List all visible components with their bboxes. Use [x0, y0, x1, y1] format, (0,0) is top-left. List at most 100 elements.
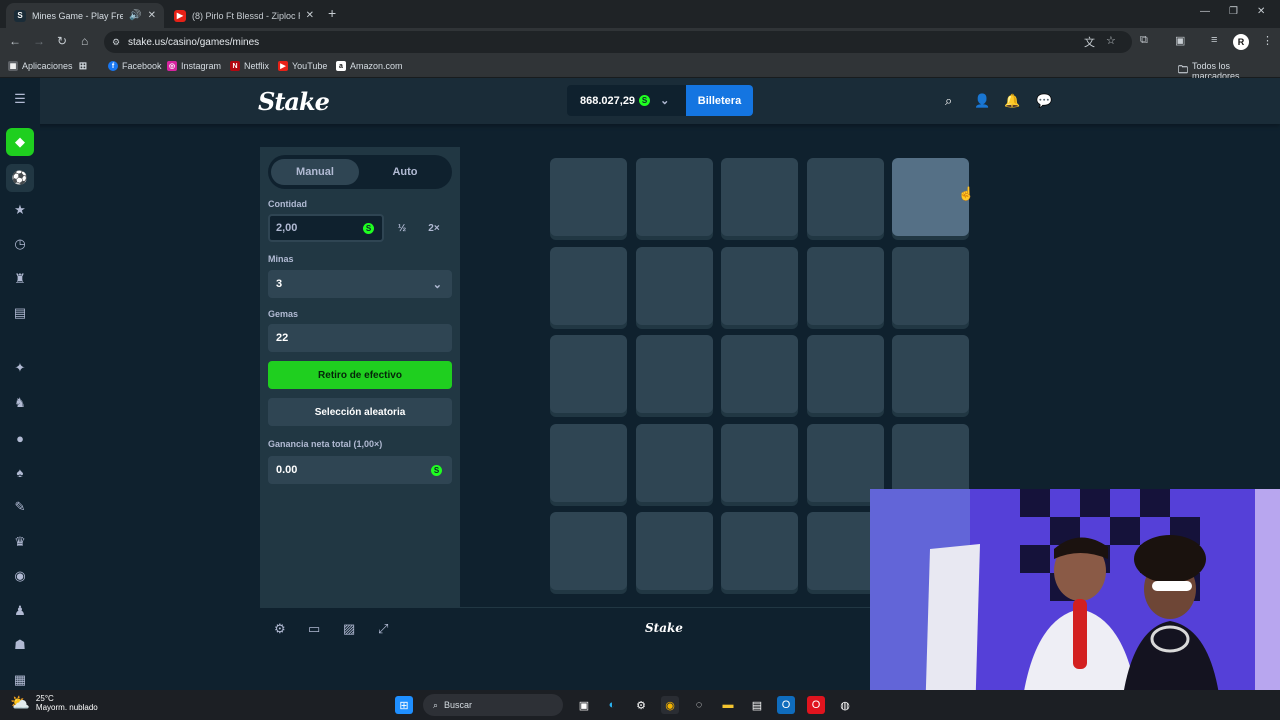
balance-selector[interactable]: 868.027,29 S ⌄: [567, 85, 686, 116]
mine-tile[interactable]: [721, 423, 799, 502]
game-shows-icon[interactable]: ✎: [11, 498, 29, 516]
mine-tile[interactable]: [721, 158, 799, 236]
profile-avatar[interactable]: R: [1233, 34, 1249, 50]
speaker-icon[interactable]: 🔊: [129, 10, 141, 21]
challenges-icon[interactable]: ♜: [11, 270, 29, 288]
site-info-icon[interactable]: ⚙: [112, 37, 120, 48]
live-casino-icon[interactable]: ♠: [11, 463, 29, 481]
theatre-mode-icon[interactable]: ▭: [308, 621, 320, 637]
favourites-icon[interactable]: ★: [11, 201, 29, 219]
mine-tile[interactable]: [550, 246, 627, 325]
new-releases-icon[interactable]: ✦: [11, 359, 29, 377]
edge-icon[interactable]: ◐: [603, 696, 621, 714]
bookmark-facebook[interactable]: f Facebook: [108, 61, 162, 71]
instagram-icon: ◎: [167, 61, 177, 71]
mine-tile[interactable]: [721, 335, 799, 413]
close-tab-icon[interactable]: ✕: [306, 10, 314, 21]
random-pick-button[interactable]: Selección aleatoria: [268, 398, 452, 426]
mines-select[interactable]: 3 ⌄: [268, 270, 452, 298]
baccarat-icon[interactable]: ☗: [11, 636, 29, 654]
live-stats-icon[interactable]: ▨: [343, 621, 355, 637]
chrome-icon[interactable]: ◉: [661, 696, 679, 714]
close-tab-icon[interactable]: ✕: [148, 10, 156, 21]
steam-icon[interactable]: ◍: [836, 696, 854, 714]
sports-tab-icon[interactable]: ⚽: [6, 164, 34, 192]
bet-amount-input[interactable]: 2,00 S: [268, 214, 384, 242]
mine-tile[interactable]: [806, 246, 884, 325]
mine-tile[interactable]: [635, 512, 713, 590]
notifications-bell-icon[interactable]: 🔔: [1004, 93, 1020, 109]
close-window-icon[interactable]: ✕: [1257, 6, 1265, 17]
file-explorer-icon[interactable]: ▬: [719, 696, 737, 714]
mine-tile[interactable]: [806, 335, 884, 413]
opera-icon[interactable]: O: [807, 696, 825, 714]
forward-icon[interactable]: →: [33, 34, 45, 48]
bookmarks-bar: ▦ Aplicaciones ⊞ f Facebook ◎ Instagram …: [0, 56, 1280, 81]
url-bar[interactable]: ⚙ stake.us/casino/games/mines: [104, 31, 1132, 53]
bookmark-youtube[interactable]: ▶ YouTube: [278, 61, 327, 71]
maximize-icon[interactable]: ❐: [1229, 6, 1238, 17]
stake-originals-icon[interactable]: ♞: [11, 394, 29, 412]
minimize-icon[interactable]: —: [1200, 6, 1210, 17]
mine-tile[interactable]: [635, 158, 713, 236]
mine-tile[interactable]: [635, 423, 713, 502]
windows-start-icon[interactable]: ⊞: [395, 696, 413, 714]
wallet-button[interactable]: Billetera: [686, 85, 753, 116]
tab-manual[interactable]: Manual: [271, 159, 359, 185]
mine-tile[interactable]: [550, 335, 627, 413]
tab-youtube[interactable]: ▶ (8) Pirlo Ft Blessd - Ziploc Remi ✕: [166, 3, 322, 28]
bets-icon[interactable]: ▤: [11, 304, 29, 322]
hamburger-menu-icon[interactable]: ☰: [11, 90, 29, 108]
cashout-button[interactable]: Retiro de efectivo: [268, 361, 452, 389]
mine-tile[interactable]: [806, 158, 884, 236]
mine-tile[interactable]: [550, 158, 627, 236]
search-icon[interactable]: ⌕: [945, 93, 952, 109]
double-bet-button[interactable]: 2×: [420, 217, 448, 239]
roulette-icon[interactable]: ◉: [11, 567, 29, 585]
mine-tile[interactable]: [892, 335, 970, 413]
bookmark-netflix[interactable]: N Netflix: [230, 61, 269, 71]
settings-gear-icon[interactable]: ⚙: [274, 621, 286, 637]
settings-icon[interactable]: ⚙: [632, 696, 650, 714]
extensions-icon[interactable]: ⧉: [1140, 34, 1148, 47]
home-icon[interactable]: ⌂: [81, 34, 88, 48]
task-view-icon[interactable]: ▣: [575, 696, 593, 714]
taskbar-search[interactable]: ⌕ Buscar: [423, 694, 563, 716]
publishers-icon[interactable]: ▦: [11, 671, 29, 689]
exclusives-icon[interactable]: ♛: [11, 533, 29, 551]
slots-icon[interactable]: ●: [11, 429, 29, 447]
chat-icon[interactable]: 💬: [1036, 93, 1052, 109]
tab-mines[interactable]: S Mines Game - Play Free Sc 🔊 ✕: [6, 3, 164, 28]
menu-kebab-icon[interactable]: ⋮: [1262, 34, 1273, 47]
mine-tile[interactable]: [550, 423, 627, 502]
outlook-icon[interactable]: O: [777, 696, 795, 714]
mine-tile[interactable]: [550, 512, 627, 590]
bookmark-instagram[interactable]: ◎ Instagram: [167, 61, 221, 71]
store-icon[interactable]: ▤: [748, 696, 766, 714]
reload-icon[interactable]: ↻: [57, 34, 67, 48]
mine-tile[interactable]: [721, 512, 799, 590]
casino-tab-icon[interactable]: ◆: [6, 128, 34, 156]
recent-icon[interactable]: ◷: [11, 235, 29, 253]
fairness-icon[interactable]: ⤢: [378, 621, 388, 637]
media-icon[interactable]: ≡: [1211, 34, 1217, 46]
mine-tile[interactable]: [635, 335, 713, 413]
mine-tile[interactable]: [892, 246, 970, 325]
bookmark-apps[interactable]: ▦ Aplicaciones: [8, 61, 73, 71]
tab-search-icon[interactable]: ▣: [1175, 34, 1185, 47]
mine-tile[interactable]: [721, 246, 799, 325]
stake-logo[interactable]: Stake: [258, 87, 330, 116]
bookmark-amazon[interactable]: a Amazon.com: [336, 61, 403, 71]
whatsapp-icon[interactable]: ◌: [690, 696, 708, 714]
back-icon[interactable]: ←: [9, 34, 21, 48]
bookmark-grid[interactable]: ⊞: [78, 61, 88, 72]
mine-tile[interactable]: [635, 246, 713, 325]
new-tab-icon[interactable]: +: [328, 5, 336, 21]
tab-auto[interactable]: Auto: [361, 159, 449, 185]
translate-icon[interactable]: 文: [1084, 34, 1095, 50]
user-icon[interactable]: 👤: [974, 93, 990, 109]
bookmark-star-icon[interactable]: ☆: [1106, 34, 1116, 47]
blackjack-icon[interactable]: ♟: [11, 602, 29, 620]
weather-widget[interactable]: ⛅ 25°C Mayorm. nublado: [10, 693, 98, 713]
half-bet-button[interactable]: ½: [388, 217, 416, 239]
